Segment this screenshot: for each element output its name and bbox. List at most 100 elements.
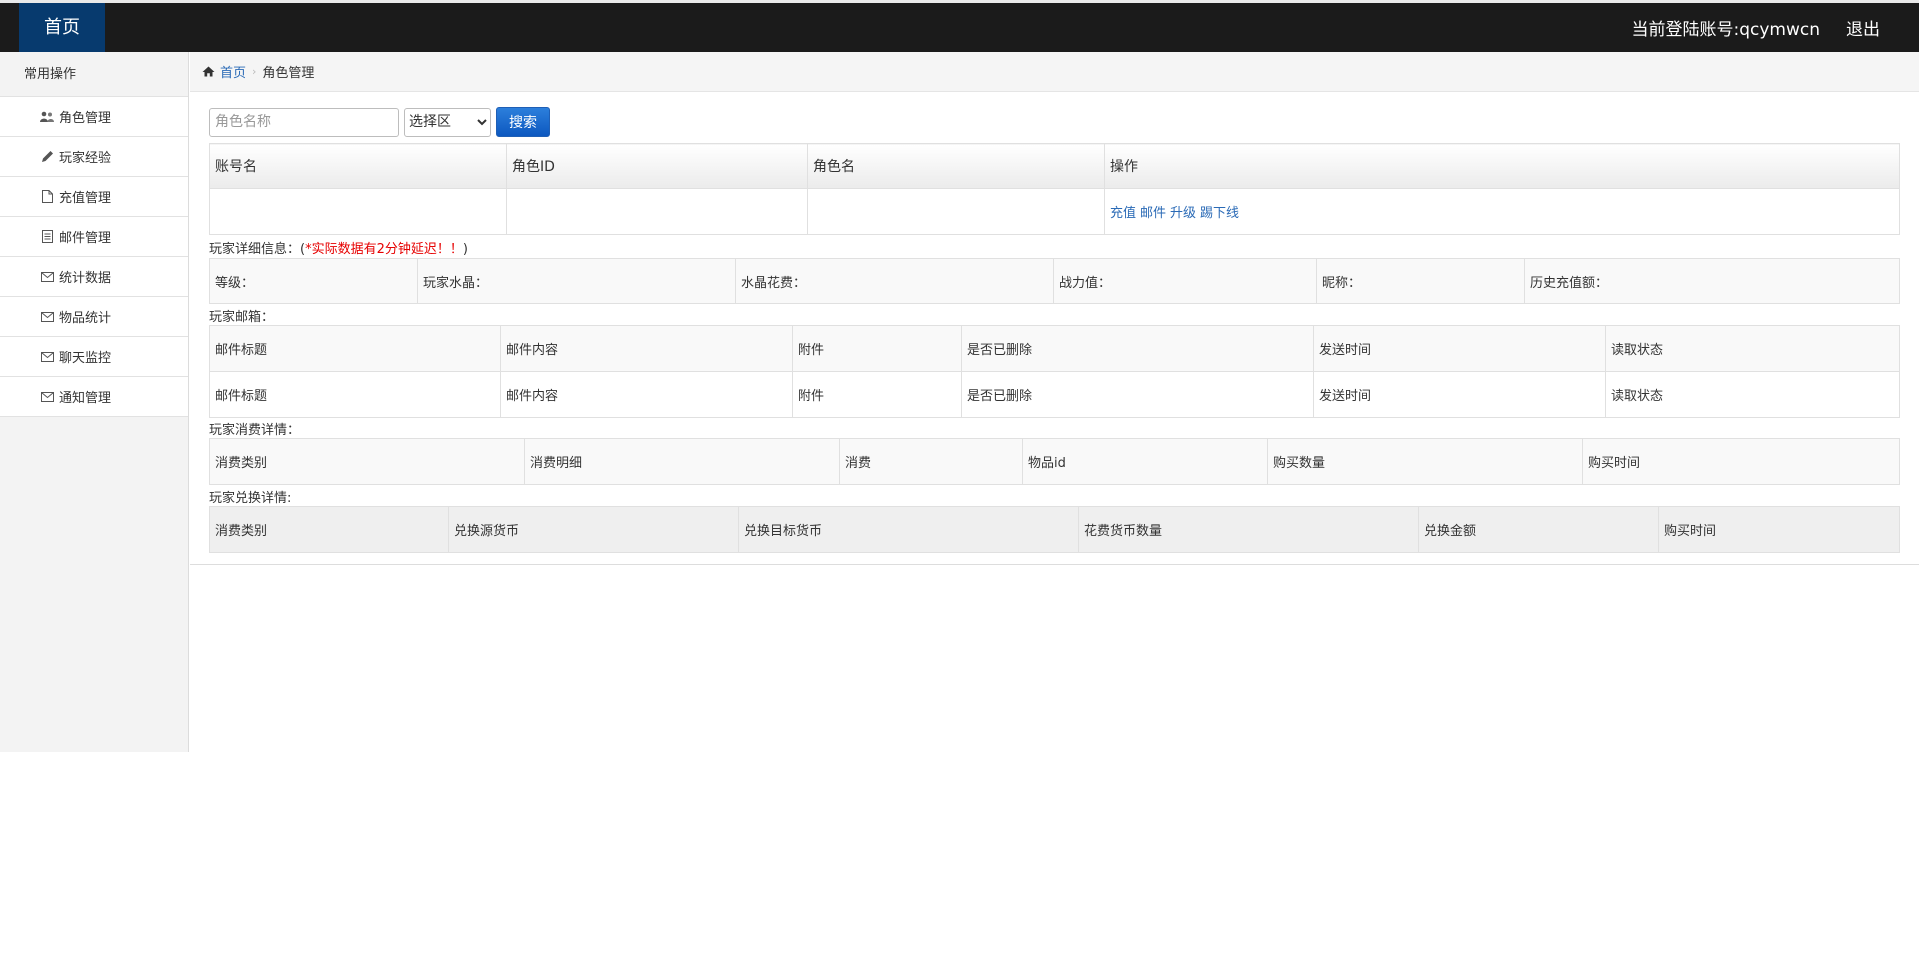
player-detail-label: 玩家详细信息：(*实际数据有2分钟延迟！！) xyxy=(209,238,468,257)
sidebar-item-statistics[interactable]: 统计数据 xyxy=(0,257,188,297)
table-cell xyxy=(807,188,1105,235)
topbar-user-area: 当前登陆账号:qcymwcn 退出 xyxy=(1631,3,1880,52)
column-header: 角色名 xyxy=(807,143,1105,189)
actions-cell: 充值 邮件 升级 踢下线 xyxy=(1104,188,1900,235)
level-field: 等级： xyxy=(209,258,418,304)
sidebar-item-label: 充值管理 xyxy=(59,191,112,206)
column-header: 兑换目标货币 xyxy=(738,506,1079,553)
table-header-row: 账号名 角色ID 角色名 操作 xyxy=(209,143,1900,189)
column-header: 花费货币数量 xyxy=(1078,506,1419,553)
table-cell: 邮件内容 xyxy=(500,371,793,418)
combat-power-field: 战力值： xyxy=(1053,258,1317,304)
column-header: 读取状态 xyxy=(1605,325,1900,372)
table-cell xyxy=(209,188,507,235)
player-detail-label-prefix: 玩家详细信息：( xyxy=(209,242,306,257)
column-header: 购买时间 xyxy=(1582,438,1900,485)
upgrade-action-link[interactable]: 升级 xyxy=(1170,206,1196,221)
sidebar-item-mail[interactable]: 邮件管理 xyxy=(0,217,188,257)
envelope-icon xyxy=(40,310,54,324)
main-content: 选择区 搜索 账号名 角色ID 角色名 操作 充值邮件升级踢下线 玩家详细信息：… xyxy=(190,92,1919,565)
breadcrumb-current: 角色管理 xyxy=(262,66,315,81)
sidebar-item-label: 统计数据 xyxy=(59,271,112,286)
role-name-input[interactable] xyxy=(209,107,399,137)
table-cell: 附件 xyxy=(792,371,962,418)
sidebar-item-label: 玩家经验 xyxy=(59,151,112,166)
sidebar-item-item-stats[interactable]: 物品统计 xyxy=(0,297,188,337)
table-cell: 发送时间 xyxy=(1313,371,1606,418)
column-header: 账号名 xyxy=(209,143,507,189)
sidebar-item-notice[interactable]: 通知管理 xyxy=(0,377,188,417)
column-header: 消费 xyxy=(839,438,1023,485)
column-header: 消费明细 xyxy=(524,438,840,485)
sidebar-item-recharge[interactable]: 充值管理 xyxy=(0,177,188,217)
column-header: 是否已删除 xyxy=(961,325,1314,372)
player-mailbox-table: 邮件标题 邮件内容 附件 是否已删除 发送时间 读取状态 邮件标题 邮件内容 附… xyxy=(209,325,1900,418)
player-exchange-label: 玩家兑换详情: xyxy=(209,491,292,506)
nickname-field: 昵称： xyxy=(1316,258,1525,304)
table-header-row: 邮件标题 邮件内容 附件 是否已删除 发送时间 读取状态 xyxy=(209,325,1900,372)
column-header: 附件 xyxy=(792,325,962,372)
column-header: 邮件内容 xyxy=(500,325,793,372)
sidebar-item-chat-monitor[interactable]: 聊天监控 xyxy=(0,337,188,377)
table-header-row: 消费类别 兑换源货币 兑换目标货币 花费货币数量 兑换金额 购买时间 xyxy=(209,506,1900,553)
table-row: 充值 邮件 升级 踢下线 xyxy=(209,188,1900,235)
kick-offline-action-link[interactable]: 踢下线 xyxy=(1200,206,1239,221)
column-header: 物品id xyxy=(1022,438,1268,485)
file-icon xyxy=(40,190,54,204)
column-header: 消费类别 xyxy=(209,438,525,485)
users-icon xyxy=(40,110,54,124)
mail-action-link[interactable]: 邮件 xyxy=(1140,206,1166,221)
column-header: 兑换源货币 xyxy=(448,506,739,553)
envelope-icon xyxy=(40,350,54,364)
sidebar-item-label: 邮件管理 xyxy=(59,231,112,246)
current-account-label: 当前登陆账号:qcymwcn xyxy=(1631,20,1820,40)
column-header: 购买数量 xyxy=(1267,438,1583,485)
player-detail-table: 等级： 玩家水晶： 水晶花费： 战力值： 昵称： 历史充值额： xyxy=(209,258,1900,304)
sidebar-item-label: 角色管理 xyxy=(59,111,112,126)
player-mailbox-label: 玩家邮箱： xyxy=(209,310,275,325)
column-header: 兑换金额 xyxy=(1418,506,1659,553)
pencil-icon xyxy=(40,150,54,164)
total-recharge-field: 历史充值额： xyxy=(1524,258,1900,304)
player-crystal-field: 玩家水晶： xyxy=(417,258,736,304)
player-exchange-table: 消费类别 兑换源货币 兑换目标货币 花费货币数量 兑换金额 购买时间 xyxy=(209,506,1900,553)
table-row: 邮件标题 邮件内容 附件 是否已删除 发送时间 读取状态 xyxy=(209,371,1900,418)
recharge-action-link[interactable]: 充值 xyxy=(1110,206,1136,221)
sidebar-header: 常用操作 xyxy=(0,52,188,97)
column-header: 发送时间 xyxy=(1313,325,1606,372)
sidebar: 常用操作 角色管理 玩家经验 充值管理 邮件管理 统计数据 物品统计 聊天监控 … xyxy=(0,52,189,752)
column-header: 邮件标题 xyxy=(209,325,501,372)
breadcrumb-home-link[interactable]: 首页 xyxy=(220,62,246,81)
search-button[interactable]: 搜索 xyxy=(496,107,550,137)
table-cell xyxy=(506,188,808,235)
breadcrumb-separator-icon: › xyxy=(252,65,257,78)
sidebar-item-label: 聊天监控 xyxy=(59,351,112,366)
top-bar: 首页 当前登陆账号:qcymwcn 退出 xyxy=(0,0,1919,52)
sidebar-item-label: 通知管理 xyxy=(59,391,112,406)
column-header: 消费类别 xyxy=(209,506,449,553)
table-header-row: 消费类别 消费明细 消费 物品id 购买数量 购买时间 xyxy=(209,438,1900,485)
table-cell: 是否已删除 xyxy=(961,371,1314,418)
player-detail-label-suffix: ) xyxy=(462,242,468,257)
search-toolbar: 选择区 搜索 xyxy=(209,107,550,137)
column-header: 购买时间 xyxy=(1658,506,1900,553)
column-header: 操作 xyxy=(1104,143,1900,189)
delay-warning-text: *实际数据有2分钟延迟！！ xyxy=(305,242,463,257)
envelope-icon xyxy=(40,390,54,404)
sidebar-item-label: 物品统计 xyxy=(59,311,112,326)
table-cell: 邮件标题 xyxy=(209,371,501,418)
table-row: 等级： 玩家水晶： 水晶花费： 战力值： 昵称： 历史充值额： xyxy=(209,258,1900,304)
list-icon xyxy=(40,230,54,244)
sidebar-item-player-exp[interactable]: 玩家经验 xyxy=(0,137,188,177)
zone-select[interactable]: 选择区 xyxy=(404,107,491,137)
sidebar-item-role-management[interactable]: 角色管理 xyxy=(0,97,188,137)
breadcrumb: 首页 › 角色管理 xyxy=(190,52,1919,92)
role-table: 账号名 角色ID 角色名 操作 充值 邮件 升级 踢下线 xyxy=(209,143,1900,235)
crystal-spent-field: 水晶花费： xyxy=(735,258,1054,304)
home-icon xyxy=(202,66,215,77)
player-consume-table: 消费类别 消费明细 消费 物品id 购买数量 购买时间 xyxy=(209,438,1900,485)
home-nav-button[interactable]: 首页 xyxy=(19,3,105,52)
logout-button[interactable]: 退出 xyxy=(1846,15,1880,40)
player-consume-label: 玩家消费详情： xyxy=(209,423,301,438)
table-cell: 读取状态 xyxy=(1605,371,1900,418)
